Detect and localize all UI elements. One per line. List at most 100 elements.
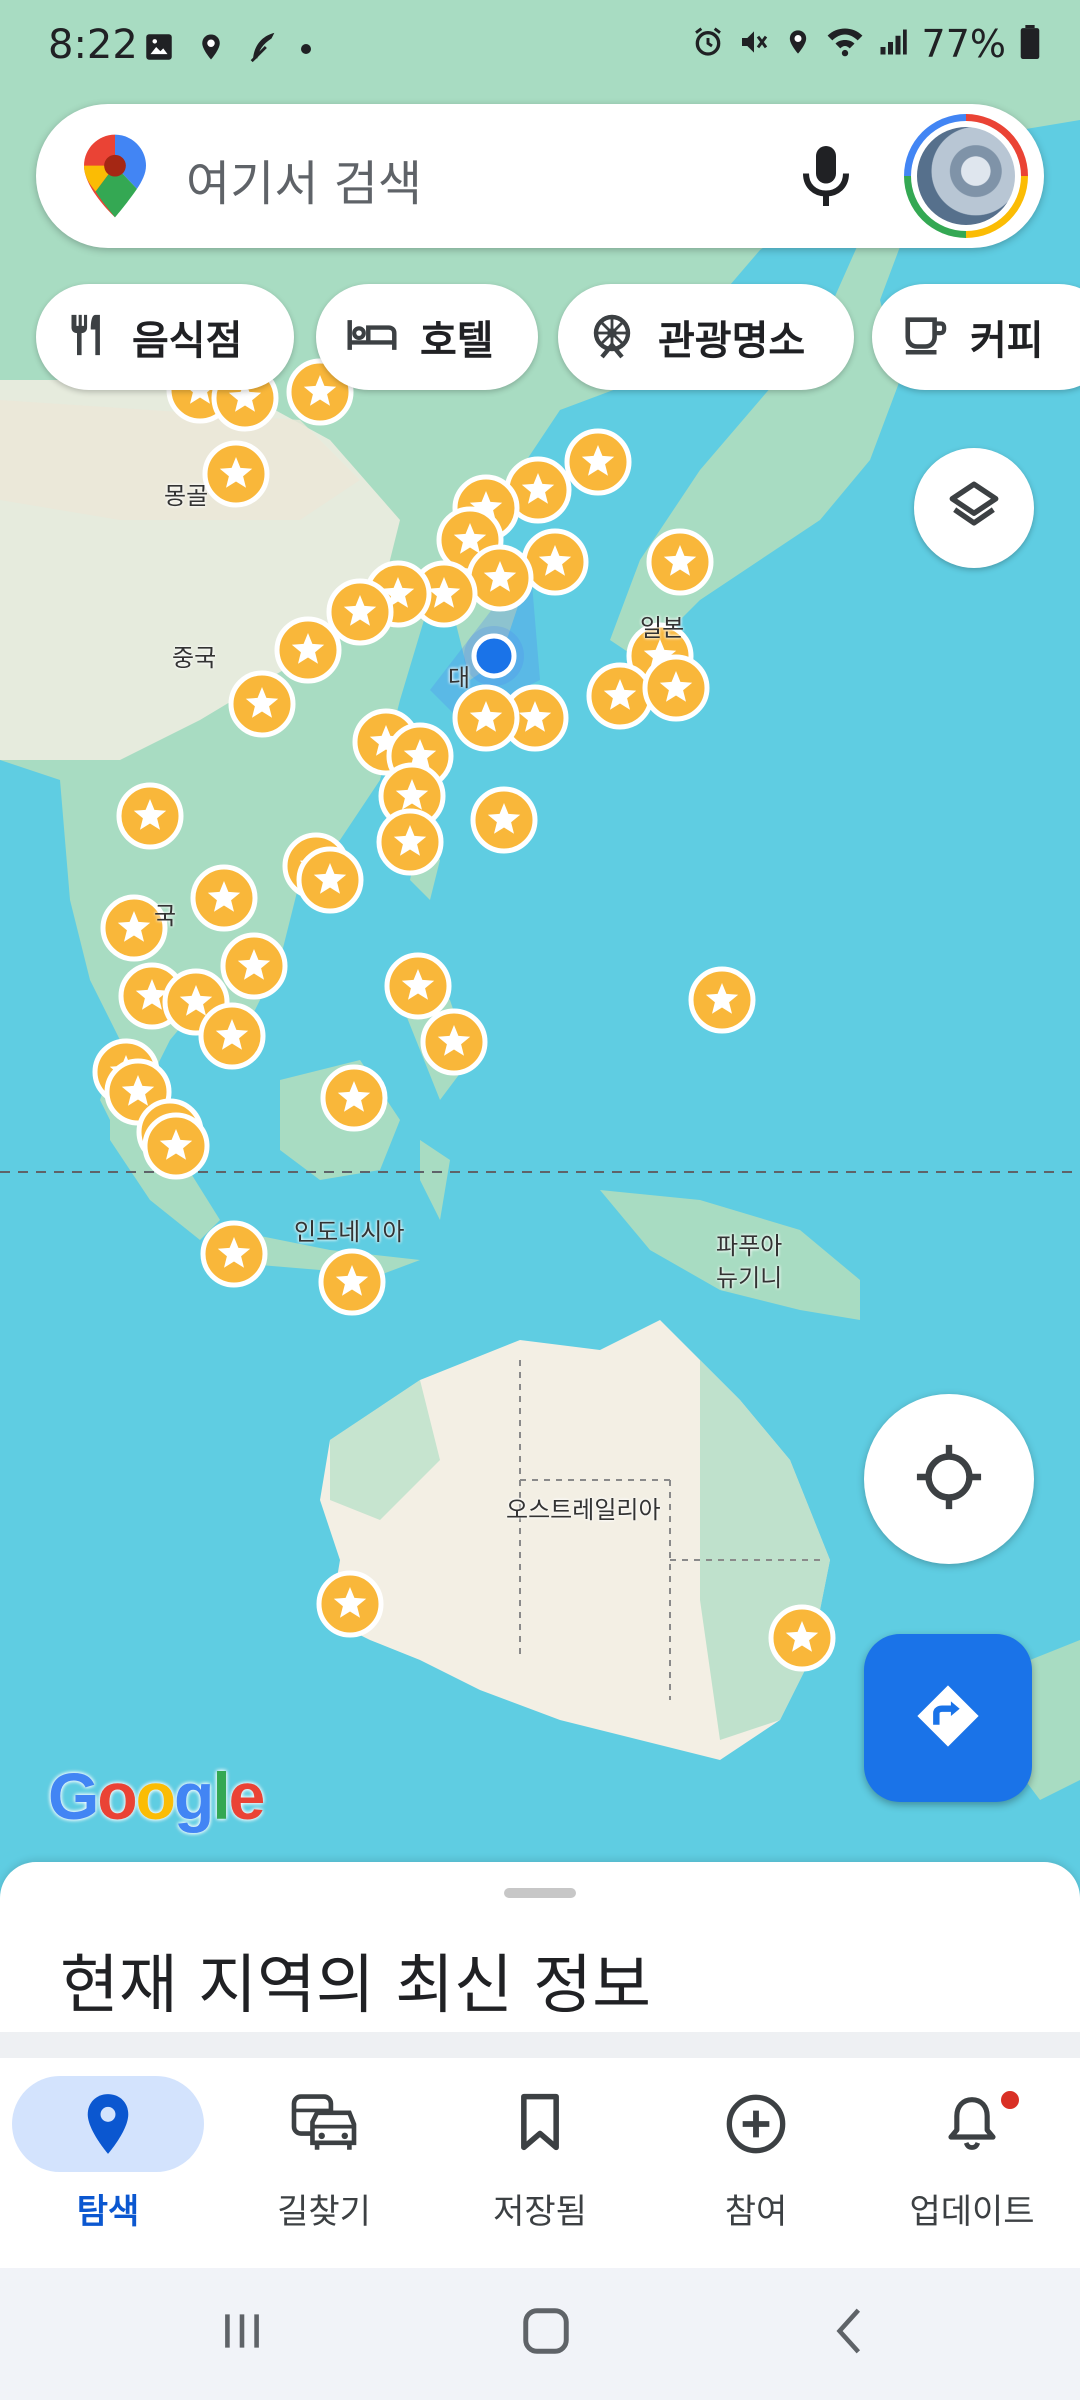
sheet-drag-handle[interactable] — [504, 1888, 576, 1898]
star-marker-icon[interactable] — [198, 1002, 266, 1070]
crosshair-icon — [914, 1442, 984, 1516]
account-avatar[interactable] — [904, 114, 1028, 238]
layers-button[interactable] — [914, 448, 1034, 568]
label-korea: 대 — [448, 664, 471, 692]
nav-updates[interactable]: 업데이트 — [864, 2058, 1080, 2268]
signal-icon — [878, 26, 908, 62]
battery-percent: 77% — [921, 22, 1006, 66]
star-marker-icon[interactable] — [202, 440, 270, 508]
recents-button[interactable] — [182, 2298, 302, 2368]
home-button[interactable] — [486, 2298, 606, 2368]
sheet-divider — [0, 2032, 1080, 2058]
restaurant-icon — [66, 311, 110, 363]
star-marker-icon[interactable] — [318, 1248, 386, 1316]
chip-label: 음식점 — [132, 318, 243, 364]
nav-label: 저장됨 — [493, 2192, 587, 2232]
star-marker-icon[interactable] — [768, 1604, 836, 1672]
location-icon — [196, 30, 226, 68]
label-china: 중국 — [172, 644, 217, 672]
system-navigation-bar — [0, 2268, 1080, 2400]
star-marker-icon[interactable] — [320, 1064, 388, 1132]
gallery-icon — [142, 30, 176, 68]
star-marker-icon[interactable] — [688, 966, 756, 1034]
hotel-icon — [346, 315, 398, 359]
mic-icon[interactable] — [796, 140, 856, 216]
alarm-icon — [692, 26, 724, 62]
chip-attraction[interactable]: 관광명소 — [558, 284, 854, 390]
mute-icon — [738, 26, 770, 62]
add-circle-icon — [648, 2092, 864, 2160]
chip-label: 호텔 — [420, 318, 494, 364]
label-png-2: 뉴기니 — [716, 1264, 783, 1292]
nav-label: 업데이트 — [909, 2192, 1035, 2232]
current-location-dot — [471, 633, 517, 679]
chip-label: 관광명소 — [658, 318, 806, 364]
directions-icon — [913, 1681, 983, 1755]
label-japan: 일본 — [640, 614, 685, 642]
status-bar: 8:22 77% — [0, 0, 1080, 100]
star-marker-icon[interactable] — [190, 864, 258, 932]
status-left-icons — [142, 28, 312, 70]
back-icon — [825, 2303, 875, 2363]
star-marker-icon[interactable] — [142, 1112, 210, 1180]
star-marker-icon[interactable] — [646, 528, 714, 596]
search-bar[interactable]: 여기서 검색 — [36, 104, 1044, 248]
star-marker-icon[interactable] — [564, 428, 632, 496]
dot-icon — [300, 40, 312, 59]
explore-pin-icon — [0, 2092, 216, 2160]
coffee-icon — [902, 313, 948, 361]
label-mongolia: 몽골 — [164, 482, 209, 510]
star-marker-icon[interactable] — [586, 662, 654, 730]
chip-coffee[interactable]: 커피 — [872, 284, 1080, 390]
nav-commute[interactable]: 길찾기 — [216, 2058, 432, 2268]
commute-car-icon — [216, 2092, 432, 2156]
star-marker-icon[interactable] — [200, 1220, 268, 1288]
sheet-title: 현재 지역의 최신 정보 — [60, 1949, 651, 2023]
status-right-icons: 77% — [692, 22, 1040, 66]
avatar-photo — [917, 127, 1015, 225]
star-marker-icon[interactable] — [316, 1570, 384, 1638]
status-time: 8:22 — [48, 22, 138, 68]
maps-pin-icon — [84, 134, 146, 222]
map-view[interactable]: 몽골 중국 일본 대 국 인도네시아 파푸아 뉴기니 오스트레일리아 Googl… — [0, 0, 1080, 1860]
star-marker-icon[interactable] — [420, 1008, 488, 1076]
star-marker-icon[interactable] — [274, 616, 342, 684]
label-indonesia: 인도네시아 — [294, 1218, 405, 1246]
nav-label: 참여 — [724, 2192, 788, 2232]
star-marker-icon[interactable] — [384, 952, 452, 1020]
nav-label: 탐색 — [76, 2192, 140, 2232]
directions-button[interactable] — [864, 1634, 1032, 1802]
star-marker-icon[interactable] — [521, 528, 589, 596]
star-marker-icon[interactable] — [228, 670, 296, 738]
back-button[interactable] — [790, 2298, 910, 2368]
bookmark-icon — [432, 2092, 648, 2156]
my-location-button[interactable] — [864, 1394, 1034, 1564]
nav-label: 길찾기 — [277, 2192, 371, 2232]
feather-icon — [246, 28, 280, 70]
nav-saved[interactable]: 저장됨 — [432, 2058, 648, 2268]
star-marker-icon[interactable] — [326, 578, 394, 646]
bottom-sheet[interactable]: 현재 지역의 최신 정보 — [0, 1862, 1080, 2032]
recents-icon — [217, 2306, 267, 2360]
label-australia: 오스트레일리아 — [506, 1496, 661, 1524]
star-marker-icon[interactable] — [642, 654, 710, 722]
star-marker-icon[interactable] — [116, 782, 184, 850]
notification-badge — [998, 2088, 1022, 2112]
chip-hotel[interactable]: 호텔 — [316, 284, 538, 390]
wifi-icon — [826, 26, 864, 62]
bell-icon — [864, 2092, 1080, 2158]
star-marker-icon[interactable] — [376, 808, 444, 876]
nav-contribute[interactable]: 참여 — [648, 2058, 864, 2268]
location-icon — [784, 26, 812, 62]
star-marker-icon[interactable] — [220, 932, 288, 1000]
star-marker-icon[interactable] — [466, 544, 534, 612]
star-marker-icon[interactable] — [296, 846, 364, 914]
search-input[interactable]: 여기서 검색 — [186, 144, 422, 214]
star-marker-icon[interactable] — [470, 786, 538, 854]
chip-label: 커피 — [970, 318, 1044, 364]
chip-restaurant[interactable]: 음식점 — [36, 284, 294, 390]
bottom-navigation: 탐색 길찾기 저장됨 참여 업데이트 — [0, 2058, 1080, 2268]
home-icon — [519, 2304, 573, 2362]
nav-explore[interactable]: 탐색 — [0, 2058, 216, 2268]
star-marker-icon[interactable] — [452, 684, 520, 752]
